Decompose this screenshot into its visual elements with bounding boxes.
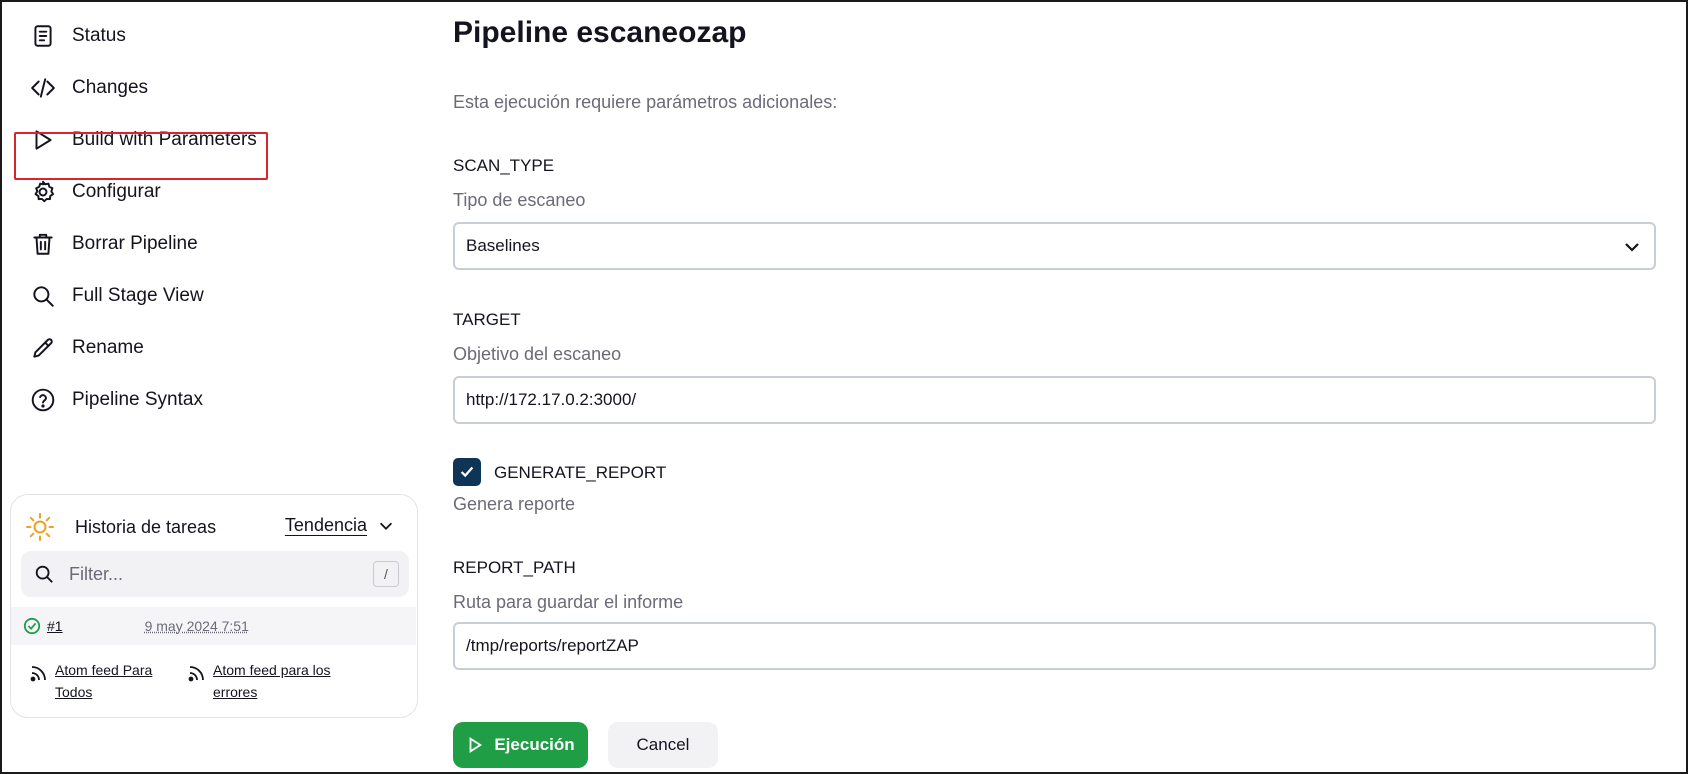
trend-label: Tendencia <box>284 515 367 535</box>
build-number-link[interactable]: #1 <box>47 618 63 634</box>
cancel-button-label: Cancel <box>636 735 690 754</box>
sidebar-item-label: Full Stage View <box>72 285 204 306</box>
run-button-label: Ejecución <box>494 735 575 754</box>
atom-feed-all-link[interactable]: Atom feed Para Todos <box>55 659 185 703</box>
rss-icon <box>30 666 46 682</box>
param-desc-report-path: Ruta para guardar el informe <box>453 592 684 612</box>
checkmark-icon <box>460 466 474 478</box>
pencil-icon <box>28 333 58 363</box>
trend-dropdown[interactable]: Tendencia <box>285 515 395 536</box>
build-row: #1 9 may 2024 7:51 <box>11 607 416 645</box>
atom-feed-all: Atom feed Para Todos <box>29 659 185 703</box>
sidebar: Status Changes Build with Parameters Con… <box>2 2 422 772</box>
code-icon <box>28 73 58 103</box>
run-button[interactable]: Ejecución <box>453 722 588 768</box>
cancel-button[interactable]: Cancel <box>608 722 718 768</box>
keyboard-shortcut-hint: / <box>373 561 399 587</box>
sidebar-item-borrar-pipeline[interactable]: Borrar Pipeline <box>28 224 198 264</box>
filter-input[interactable] <box>69 563 369 585</box>
build-date-link[interactable]: 9 may 2024 7:51 <box>145 618 249 634</box>
success-check-icon <box>23 617 41 635</box>
chevron-down-icon <box>1625 243 1639 252</box>
report-path-input-box <box>453 622 1656 670</box>
sidebar-item-label: Configurar <box>72 181 161 202</box>
search-icon <box>35 565 53 583</box>
param-desc-scan-type: Tipo de escaneo <box>453 190 586 210</box>
play-icon <box>469 737 483 753</box>
sidebar-item-label: Borrar Pipeline <box>72 233 198 254</box>
build-history-title: Historia de tareas <box>75 516 217 537</box>
build-history-panel: Historia de tareas Tendencia / #1 9 may … <box>10 494 418 718</box>
param-name-generate-report: GENERATE_REPORT <box>494 463 667 482</box>
scan-type-select[interactable]: Baselines <box>453 222 1656 270</box>
sidebar-item-pipeline-syntax[interactable]: Pipeline Syntax <box>28 380 203 420</box>
atom-feed-failures-link[interactable]: Atom feed para los errores <box>213 659 343 703</box>
build-history-header: Historia de tareas Tendencia <box>25 507 405 547</box>
sidebar-item-label: Status <box>72 25 126 46</box>
sidebar-item-rename[interactable]: Rename <box>28 328 144 368</box>
filter-box: / <box>21 551 409 597</box>
page-title: Pipeline escaneozap <box>453 16 747 49</box>
param-desc-target: Objetivo del escaneo <box>453 344 622 364</box>
search-icon <box>28 281 58 311</box>
target-input[interactable] <box>466 390 1616 410</box>
chevron-down-icon <box>379 522 393 530</box>
sidebar-item-configurar[interactable]: Configurar <box>28 172 161 212</box>
document-icon <box>28 21 58 51</box>
param-desc-generate-report: Genera reporte <box>453 494 576 514</box>
sidebar-item-label: Changes <box>72 77 149 98</box>
sidebar-item-changes[interactable]: Changes <box>28 68 148 108</box>
target-input-box <box>453 376 1656 424</box>
help-icon <box>28 385 58 415</box>
sidebar-item-label: Pipeline Syntax <box>72 389 203 410</box>
scan-type-value: Baselines <box>466 236 540 255</box>
report-path-input[interactable] <box>466 636 1616 656</box>
sidebar-item-status[interactable]: Status <box>28 16 126 56</box>
sun-icon <box>26 513 54 541</box>
trash-icon <box>28 229 58 259</box>
param-name-target: TARGET <box>453 310 521 329</box>
sidebar-item-full-stage-view[interactable]: Full Stage View <box>28 276 204 316</box>
rss-icon <box>188 666 204 682</box>
sidebar-item-label: Rename <box>72 337 144 358</box>
intro-text: Esta ejecución requiere parámetros adici… <box>453 92 838 112</box>
atom-feed-failures: Atom feed para los errores <box>187 659 343 703</box>
param-name-scan-type: SCAN_TYPE <box>453 156 555 175</box>
param-name-report-path: REPORT_PATH <box>453 558 576 577</box>
gear-icon <box>28 177 58 207</box>
generate-report-checkbox[interactable] <box>453 458 481 486</box>
